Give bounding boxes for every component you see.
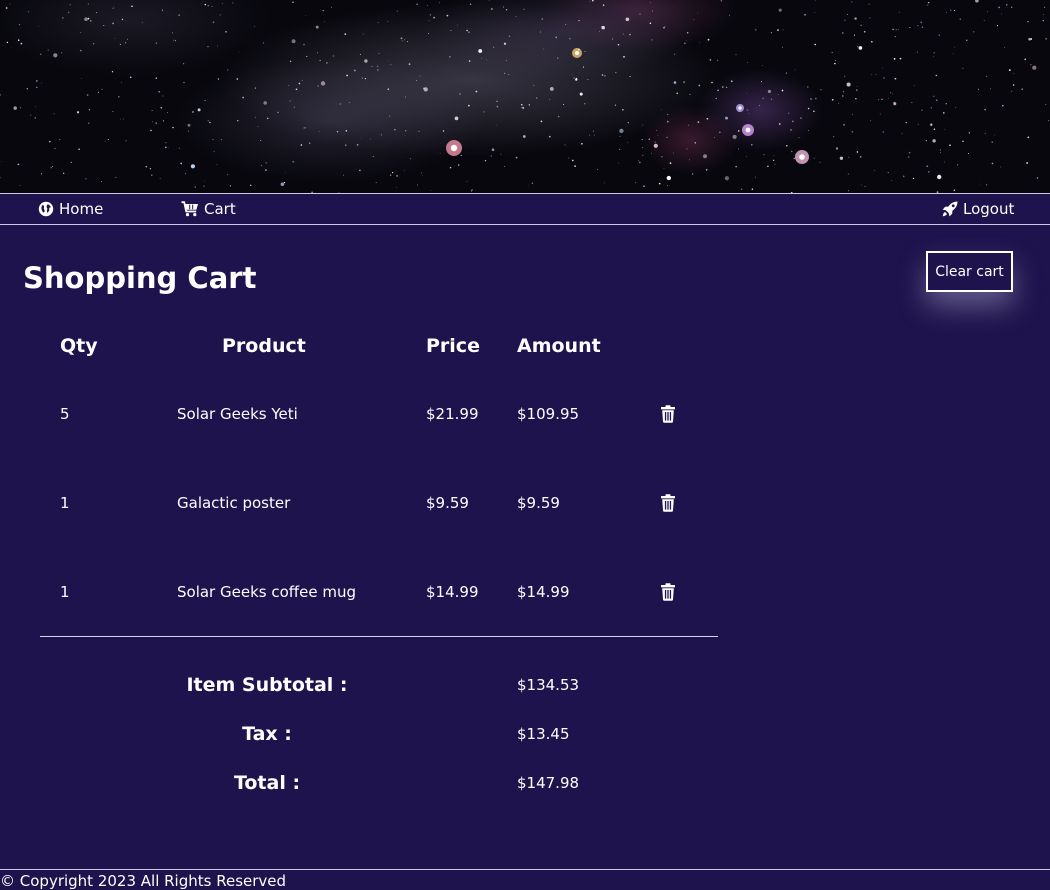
globe-icon (38, 201, 54, 217)
delete-item-button[interactable] (660, 583, 676, 601)
starfield-image (0, 0, 1049, 193)
top-nav: Home Cart Logout (0, 193, 1050, 225)
cell-price: $21.99 (426, 405, 479, 423)
nav-cart-label: Cart (204, 200, 236, 218)
trash-icon (661, 583, 675, 601)
starfield-banner (0, 0, 1050, 193)
nav-home-link[interactable]: Home (38, 194, 103, 224)
subtotal-label: Item Subtotal : (186, 674, 348, 696)
cell-qty: 1 (60, 583, 70, 601)
subtotal-value: $134.53 (517, 676, 580, 694)
rocket-icon (942, 201, 958, 217)
tax-value: $13.45 (517, 725, 570, 743)
total-label: Total : (233, 772, 301, 794)
column-header-product: Product (222, 335, 306, 357)
cart-icon (181, 201, 198, 217)
cell-amount: $109.95 (517, 405, 580, 423)
cell-amount: $14.99 (517, 583, 570, 601)
column-header-qty: Qty (60, 335, 98, 357)
cell-product: Solar Geeks Yeti (177, 405, 298, 423)
nav-logout-link[interactable]: Logout (942, 194, 1014, 224)
column-header-amount: Amount (517, 335, 601, 357)
cell-qty: 5 (60, 405, 70, 423)
cell-product: Galactic poster (177, 494, 291, 512)
nav-home-label: Home (59, 200, 104, 218)
nav-cart-link[interactable]: Cart (181, 194, 236, 224)
column-header-price: Price (426, 335, 480, 357)
page: Home Cart Logout Shopping Cart Clear car… (0, 0, 1050, 890)
cell-price: $9.59 (426, 494, 469, 512)
cell-product: Solar Geeks coffee mug (177, 583, 356, 601)
total-value: $147.98 (517, 774, 580, 792)
trash-icon (661, 405, 675, 423)
table-divider (40, 636, 718, 637)
nav-logout-label: Logout (963, 200, 1015, 218)
cell-amount: $9.59 (517, 494, 560, 512)
delete-item-button[interactable] (660, 494, 676, 512)
page-title: Shopping Cart (23, 261, 257, 295)
footer-copyright: © Copyright 2023 All Rights Reserved (0, 869, 1050, 890)
delete-item-button[interactable] (660, 405, 676, 423)
cell-qty: 1 (60, 494, 70, 512)
trash-icon (661, 494, 675, 512)
clear-cart-button[interactable]: Clear cart (926, 251, 1013, 292)
cell-price: $14.99 (426, 583, 479, 601)
tax-label: Tax : (242, 723, 292, 745)
